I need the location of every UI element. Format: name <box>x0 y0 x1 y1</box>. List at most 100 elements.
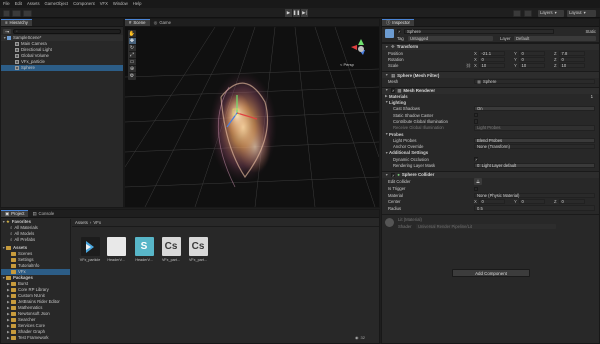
center-z-field[interactable]: Z0 <box>554 199 585 205</box>
rotation-z-field[interactable]: Z0 <box>554 57 585 63</box>
layout-dropdown[interactable]: Layout ▾ <box>567 9 596 17</box>
tab-game[interactable]: ◎ Game <box>150 19 175 26</box>
mesh-field[interactable]: ▦ Sphere <box>474 78 595 84</box>
asset-item[interactable]: S HeaderV... <box>132 237 156 262</box>
rotation-y-field[interactable]: Y0 <box>514 57 545 63</box>
is-trigger-checkbox[interactable] <box>474 186 479 191</box>
enabled-checkbox[interactable]: ✓ <box>391 172 396 178</box>
add-component-button[interactable]: Add Component <box>452 269 530 277</box>
position-z-field[interactable]: Z 7.8 <box>554 51 585 56</box>
cast-shadows-dropdown[interactable]: On <box>474 106 595 112</box>
move-tool-icon[interactable]: ✥ <box>128 37 136 45</box>
pause-button[interactable]: ❚❚ <box>293 9 300 17</box>
scene-panel: # Scene ◎ Game ✋ ✥ ↻ ⤢ ▭ ⊕ ⚙ < Persp <box>124 18 380 208</box>
position-y-field[interactable]: Y0 <box>514 51 545 56</box>
csharp-script-icon: Cs <box>161 237 181 256</box>
cloud-button[interactable] <box>12 9 21 17</box>
menu-help[interactable]: Help <box>133 1 142 6</box>
package-item[interactable]: ▶ Test Framework <box>1 335 70 341</box>
scale-y-field[interactable]: Y 10 <box>514 63 545 69</box>
anchor-override-row: Anchor Override None (Transform) <box>382 144 599 150</box>
breadcrumb-vfx[interactable]: VFx <box>93 220 101 225</box>
rect-tool-icon[interactable]: ▭ <box>128 59 136 66</box>
rotation-x-field[interactable]: X0 <box>474 57 505 63</box>
shader-dropdown[interactable]: Universal Render Pipeline/Lit <box>416 223 556 229</box>
tool-palette: ✋ ✥ ↻ ⤢ ▭ ⊕ ⚙ <box>128 30 136 80</box>
scene-viewport[interactable]: ✋ ✥ ↻ ⤢ ▭ ⊕ ⚙ < Persp <box>125 27 379 207</box>
static-toggle[interactable]: Static <box>586 29 596 34</box>
step-button[interactable]: ▶| <box>301 9 308 17</box>
edit-collider-row: Edit Collider ⟁ <box>388 178 482 186</box>
active-checkbox[interactable]: ✓ <box>397 29 402 34</box>
menu-component[interactable]: Component <box>73 1 95 6</box>
edit-collider-button[interactable]: ⟁ <box>474 178 482 186</box>
scale-tool-icon[interactable]: ⤢ <box>128 52 136 59</box>
search-icon: ⌕ <box>10 231 13 237</box>
tab-hierarchy[interactable]: ≡ Hierarchy <box>1 19 32 26</box>
play-icon: ▶ <box>286 10 291 16</box>
scale-row: Scale ⛓ X 10 Y 10 Z 10 <box>382 63 599 69</box>
transform-icon: ✥ <box>391 44 395 50</box>
radius-field[interactable]: 0.5 <box>474 205 595 211</box>
light-probes-dropdown[interactable]: Blend Probes <box>474 137 595 143</box>
collider-material-field[interactable]: None (Physic Material) <box>474 192 595 198</box>
sphere-collider-header[interactable]: ▼ ✓ ● Sphere Collider <box>382 170 599 178</box>
tab-console[interactable]: ▤ Console <box>28 210 58 217</box>
object-name-field[interactable]: Sphere <box>404 29 554 34</box>
persp-label[interactable]: < Persp <box>340 62 354 68</box>
center-y-field[interactable]: Y0 <box>514 199 545 205</box>
tab-scene[interactable]: # Scene <box>125 19 150 26</box>
favorite-item[interactable]: ⌕ All Prefabs <box>1 237 70 243</box>
tab-project[interactable]: ▣ Project <box>1 210 29 217</box>
collab-button[interactable] <box>23 9 32 17</box>
layer-dropdown[interactable]: Default <box>514 35 596 41</box>
rotate-tool-icon[interactable]: ↻ <box>128 45 136 52</box>
transform-tool-icon[interactable]: ⊕ <box>128 66 136 73</box>
layer-label: Layer <box>500 36 511 41</box>
menu-window[interactable]: Window <box>113 1 128 6</box>
enabled-checkbox[interactable]: ✓ <box>391 88 396 93</box>
dynamic-occlusion-checkbox[interactable]: ✓ <box>474 157 479 162</box>
menu-file[interactable]: File <box>3 1 10 6</box>
position-x-field[interactable]: X -21.1 <box>474 51 505 56</box>
scale-x-field[interactable]: X 10 <box>474 63 505 69</box>
receive-gi-dropdown[interactable]: Light Probes <box>474 125 595 131</box>
asset-item[interactable]: Cs VFx_part... <box>186 237 210 262</box>
tag-label: Tag <box>397 36 404 41</box>
transform-header[interactable]: ▼ ✥ Transform <box>382 43 599 50</box>
history-button[interactable] <box>513 9 521 17</box>
hierarchy-search-input[interactable]: ⌕ <box>13 28 121 34</box>
layers-dropdown[interactable]: Layers ▾ <box>538 9 564 17</box>
mesh-filter-header[interactable]: ▼ ▦ Sphere (Mesh Filter) <box>382 71 599 79</box>
account-button[interactable] <box>3 9 10 17</box>
breadcrumb-assets[interactable]: Assets <box>75 220 88 225</box>
search-icon: ⌕ <box>10 237 13 243</box>
asset-item[interactable]: Cs VFx_part... <box>159 237 183 262</box>
menu-assets[interactable]: Assets <box>27 1 40 6</box>
link-icon[interactable]: ⛓ <box>466 63 471 69</box>
asset-item[interactable]: HeaderV... <box>104 237 128 262</box>
menu-vfx[interactable]: VFX <box>100 1 108 6</box>
menu-gameobject[interactable]: GameObject <box>45 1 69 6</box>
rendering-layer-mask-dropdown[interactable]: 0: Light Layer default <box>474 162 595 169</box>
menu-edit[interactable]: Edit <box>15 1 22 6</box>
hand-tool-icon[interactable]: ✋ <box>128 31 136 38</box>
center-x-field[interactable]: X0 <box>474 199 505 205</box>
star-icon: ★ <box>6 219 10 225</box>
asset-item[interactable]: VFx_particle <box>78 237 102 262</box>
custom-tool-icon[interactable]: ⚙ <box>129 73 136 80</box>
tag-dropdown[interactable]: Untagged <box>408 35 493 41</box>
search-button[interactable] <box>524 9 532 17</box>
scale-z-field[interactable]: Z 10 <box>554 63 585 69</box>
play-button[interactable]: ▶ <box>285 9 292 17</box>
mesh-renderer-header[interactable]: ▼ ✓ ▩ Mesh Renderer <box>382 86 599 94</box>
contribute-gi-checkbox[interactable] <box>474 119 479 124</box>
material-preview-icon <box>385 218 394 228</box>
static-shadow-caster-checkbox[interactable] <box>474 113 479 118</box>
chevron-right-icon: › <box>89 219 92 225</box>
hierarchy-item-selected[interactable]: Sphere <box>1 65 123 71</box>
add-button[interactable]: +▾ <box>3 28 11 34</box>
tab-inspector[interactable]: ⓘ Inspector <box>382 19 414 26</box>
folder-icon <box>11 318 16 322</box>
anchor-override-field[interactable]: None (Transform) <box>474 144 595 150</box>
